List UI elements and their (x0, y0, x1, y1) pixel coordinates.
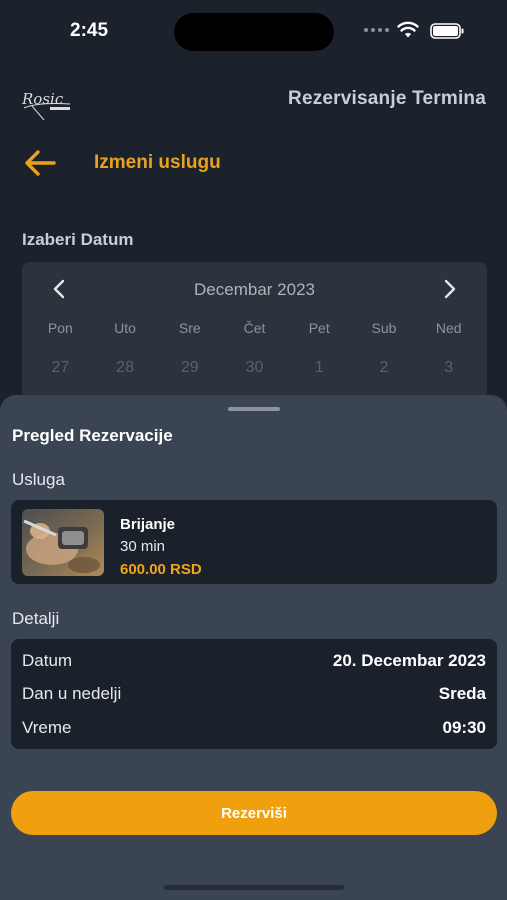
service-price: 600.00 RSD (120, 561, 202, 578)
service-image (22, 509, 104, 576)
calendar-day[interactable]: 1 (287, 359, 352, 377)
back-label: Izmeni uslugu (94, 152, 221, 173)
service-duration: 30 min (120, 538, 166, 555)
detail-row-date: Datum 20. Decembar 2023 (22, 648, 486, 674)
date-section-label: Izaberi Datum (22, 230, 134, 249)
weekday: Ned (435, 320, 462, 336)
detail-key: Datum (22, 651, 73, 670)
reserve-button[interactable]: Rezerviši (11, 791, 497, 835)
home-indicator (164, 885, 344, 890)
calendar-day[interactable]: 27 (28, 359, 93, 377)
service-section-label: Usluga (12, 470, 65, 489)
logo: Rosic (21, 90, 71, 121)
status-time: 2:45 (70, 20, 109, 41)
detail-value: 09:30 (442, 718, 486, 737)
detail-value: Sreda (438, 684, 486, 703)
wifi-icon (397, 21, 419, 38)
weekday: Čet (243, 320, 266, 336)
detail-row-time: Vreme 09:30 (22, 715, 486, 741)
detail-row-weekday: Dan u nedelji Sreda (22, 681, 486, 707)
chevron-right-icon[interactable] (441, 278, 459, 300)
weekday: Sre (178, 320, 201, 336)
detail-key: Dan u nedelji (22, 684, 122, 703)
service-name: Brijanje (120, 516, 176, 533)
calendar-day[interactable]: 30 (222, 359, 287, 377)
arrow-left-icon (25, 150, 56, 176)
sheet-grabber[interactable] (228, 407, 280, 411)
back-button[interactable]: Izmeni uslugu (24, 146, 221, 180)
weekday: Pon (47, 320, 73, 336)
calendar-day[interactable]: 29 (157, 359, 222, 377)
calendar-header: Decembar 2023 (22, 278, 487, 302)
calendar-day[interactable]: 2 (352, 359, 417, 377)
calendar-month: Decembar 2023 (194, 280, 315, 299)
details-card: Datum 20. Decembar 2023 Dan u nedelji Sr… (11, 639, 497, 749)
calendar-day[interactable]: 3 (416, 359, 481, 377)
detail-key: Vreme (22, 718, 72, 737)
logo-text: Rosic (21, 90, 64, 108)
sheet-title: Pregled Rezervacije (12, 426, 173, 445)
calendar-day[interactable]: 28 (93, 359, 158, 377)
status-bar: 2:45 (0, 0, 507, 60)
reservation-sheet: Pregled Rezervacije Usluga Brijanje 30 m… (0, 395, 507, 900)
service-card: Brijanje 30 min 600.00 RSD (11, 500, 497, 584)
signal-icon (364, 28, 389, 32)
weekday: Uto (114, 320, 136, 336)
details-section-label: Detalji (12, 609, 60, 628)
dynamic-island (174, 13, 334, 51)
calendar-weekdays: Pon Uto Sre Čet Pet Sub Ned (28, 320, 481, 336)
weekday: Pet (308, 320, 330, 336)
battery-icon (430, 23, 464, 39)
calendar-days: 27 28 29 30 1 2 3 (28, 359, 481, 377)
weekday: Sub (371, 320, 397, 336)
detail-value: 20. Decembar 2023 (332, 651, 486, 670)
page-title: Rezervisanje Termina (288, 88, 486, 109)
